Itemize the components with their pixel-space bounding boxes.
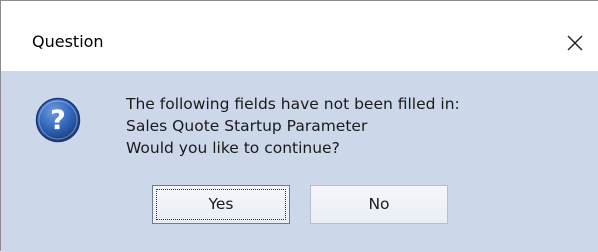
dialog-body: ? The following fields have not been fil… xyxy=(1,71,598,252)
focus-rectangle xyxy=(156,189,286,220)
no-button-label: No xyxy=(368,195,390,213)
svg-text:?: ? xyxy=(50,105,66,136)
close-button[interactable] xyxy=(559,27,591,59)
no-button[interactable]: No xyxy=(310,185,448,224)
message-line: Would you like to continue? xyxy=(126,139,340,157)
question-icon: ? xyxy=(35,97,81,143)
message-text: The following fields have not been fille… xyxy=(126,93,460,159)
close-icon xyxy=(567,35,583,51)
message-line: The following fields have not been fille… xyxy=(126,95,460,113)
dialog-title: Question xyxy=(32,32,104,51)
message-line: Sales Quote Startup Parameter xyxy=(126,117,368,135)
yes-button[interactable]: Yes xyxy=(152,185,290,224)
question-dialog: Question ? The following fields have not… xyxy=(0,0,598,252)
title-bar: Question xyxy=(1,1,598,71)
